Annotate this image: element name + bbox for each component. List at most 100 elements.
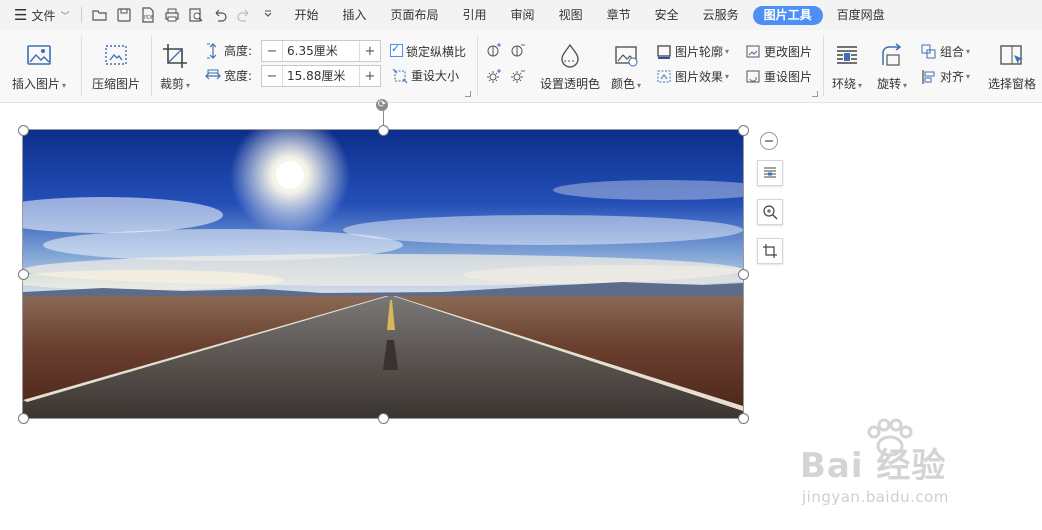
size-dialog-launcher[interactable] <box>465 91 471 97</box>
layout-options-icon <box>764 167 776 178</box>
rotate-label: 旋转 <box>877 75 907 92</box>
chevron-down-icon: ﹀ <box>60 11 70 22</box>
width-input[interactable]: 15.88厘米 <box>282 66 360 86</box>
tab-insert[interactable]: 插入 <box>331 0 379 30</box>
width-stepper[interactable]: − 15.88厘米 + <box>261 65 381 87</box>
compress-picture-button[interactable]: 压缩图片 <box>92 41 140 92</box>
crop-icon <box>763 244 777 258</box>
height-label-group: 高度: <box>205 42 252 59</box>
width-icon <box>205 69 221 79</box>
resize-handle-top-right[interactable] <box>738 125 749 136</box>
resize-handle-right[interactable] <box>738 269 749 280</box>
reset-picture-button[interactable]: 重设图片 <box>745 68 812 85</box>
width-increase-button[interactable]: + <box>360 69 380 84</box>
change-picture-label: 更改图片 <box>764 45 813 59</box>
crop-label: 裁剪 <box>160 75 190 92</box>
tab-security[interactable]: 安全 <box>643 0 691 30</box>
reset-size-button[interactable]: 重设大小 <box>392 67 459 84</box>
baidu-jingyan-watermark: Bai 经验 jingyan.baidu.com <box>800 418 1040 528</box>
tab-cloud-service[interactable]: 云服务 <box>691 0 751 30</box>
print-preview-icon[interactable] <box>187 7 204 24</box>
resize-handle-bottom-right[interactable] <box>738 413 749 424</box>
reset-size-label: 重设大小 <box>411 69 460 83</box>
file-menu-button[interactable]: ☰ 文件 ﹀ <box>14 6 69 24</box>
save-icon[interactable] <box>115 7 132 24</box>
road-landscape-image <box>23 130 743 418</box>
export-pdf-icon[interactable]: PDF <box>139 7 156 24</box>
rotate-handle-connector <box>383 111 384 125</box>
customize-toolbar-icon[interactable] <box>259 7 276 24</box>
divider <box>151 36 152 96</box>
height-label: 高度: <box>224 44 253 58</box>
lock-ratio-label: 锁定纵横比 <box>406 45 467 59</box>
resize-handle-bottom-left[interactable] <box>18 413 29 424</box>
insert-picture-button[interactable]: 插入图片 <box>12 41 66 92</box>
tab-picture-tools[interactable]: 图片工具 <box>752 5 823 25</box>
tab-references[interactable]: 引用 <box>451 0 499 30</box>
resize-handle-bottom[interactable] <box>378 413 389 424</box>
tab-start[interactable]: 开始 <box>282 0 330 30</box>
color-button[interactable]: 颜色 <box>611 41 641 92</box>
height-decrease-button[interactable]: − <box>262 44 282 59</box>
picture-effect-icon <box>657 70 671 82</box>
decrease-brightness-icon[interactable] <box>510 68 526 87</box>
tab-review[interactable]: 审阅 <box>499 0 547 30</box>
file-menu-label: 文件 <box>31 8 56 23</box>
tab-view[interactable]: 视图 <box>547 0 595 30</box>
picture-color-icon <box>615 46 638 67</box>
height-increase-button[interactable]: + <box>360 44 380 59</box>
collapse-tools-button[interactable] <box>760 132 778 150</box>
crop-button[interactable]: 裁剪 <box>160 41 190 92</box>
menu-bar: ☰ 文件 ﹀ PDF 开始 插入 页面布局 引用 审阅 视图 章节 安全 云服务… <box>0 0 1042 30</box>
redo-icon[interactable] <box>235 7 252 24</box>
wrap-text-icon <box>837 46 858 64</box>
change-picture-button[interactable]: 更改图片 <box>745 43 812 60</box>
group-label: 组合 <box>940 45 965 59</box>
reset-picture-label: 重设图片 <box>764 70 813 84</box>
resize-handle-top-left[interactable] <box>18 125 29 136</box>
width-decrease-button[interactable]: − <box>262 69 282 84</box>
undo-icon[interactable] <box>211 7 228 24</box>
resize-handle-left[interactable] <box>18 269 29 280</box>
increase-brightness-icon[interactable] <box>486 68 502 87</box>
set-transparent-color-button[interactable]: 设置透明色 <box>540 41 600 92</box>
picture-effect-button[interactable]: 图片效果 <box>656 68 729 85</box>
watermark-brand: Bai 经验 <box>800 446 947 486</box>
height-stepper[interactable]: − 6.35厘米 + <box>261 40 381 62</box>
wrap-text-label: 环绕 <box>832 75 862 92</box>
decrease-contrast-icon[interactable] <box>510 42 526 61</box>
divider <box>81 36 82 96</box>
rotate-button[interactable]: 旋转 <box>877 41 907 92</box>
rotate-handle[interactable]: ⟳ <box>376 99 388 111</box>
layout-options-button[interactable] <box>757 160 783 186</box>
selection-pane-label: 选择窗格 <box>988 77 1037 91</box>
selection-pane-icon <box>1000 45 1023 65</box>
open-folder-icon[interactable] <box>91 7 108 24</box>
increase-contrast-icon[interactable] <box>486 42 502 61</box>
insert-picture-label: 插入图片 <box>12 75 66 92</box>
lock-ratio-checkbox[interactable]: 锁定纵横比 <box>390 42 467 60</box>
width-label-group: 宽度: <box>205 67 252 84</box>
align-button[interactable]: 对齐 <box>921 68 970 85</box>
reset-size-icon <box>392 68 408 83</box>
compress-picture-icon <box>105 45 127 65</box>
tab-page-layout[interactable]: 页面布局 <box>379 0 451 30</box>
quick-crop-button[interactable] <box>757 238 783 264</box>
selected-picture[interactable] <box>22 129 744 419</box>
resize-handle-top[interactable] <box>378 125 389 136</box>
group-button[interactable]: 组合 <box>921 43 970 60</box>
picture-dialog-launcher[interactable] <box>812 91 818 97</box>
print-icon[interactable] <box>163 7 180 24</box>
height-icon <box>207 42 217 59</box>
compress-picture-label: 压缩图片 <box>92 77 141 91</box>
ribbon-tabs: 开始 插入 页面布局 引用 审阅 视图 章节 安全 云服务 图片工具 百度网盘 <box>282 0 896 30</box>
picture-outline-button[interactable]: 图片轮廓 <box>656 43 729 60</box>
height-input[interactable]: 6.35厘米 <box>282 41 360 61</box>
crop-icon <box>163 44 188 68</box>
picture-outline-icon <box>657 44 671 59</box>
tab-sections[interactable]: 章节 <box>595 0 643 30</box>
tab-baidu-netdisk[interactable]: 百度网盘 <box>825 0 897 30</box>
selection-pane-button[interactable]: 选择窗格 <box>988 41 1036 92</box>
zoom-preview-button[interactable] <box>757 199 783 225</box>
wrap-text-button[interactable]: 环绕 <box>832 41 862 92</box>
